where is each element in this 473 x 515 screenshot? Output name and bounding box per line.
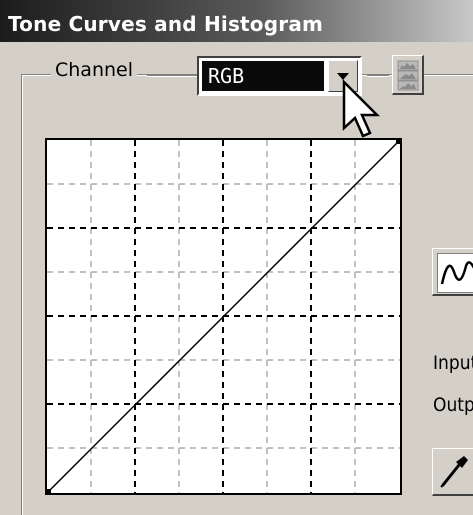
input-label: Input — [433, 352, 473, 374]
curve-mode-button[interactable] — [432, 248, 473, 296]
curve-icon-frame — [437, 253, 473, 293]
curve-point-black[interactable] — [46, 489, 51, 494]
curve-icon — [440, 261, 473, 285]
channel-label: Channel — [51, 59, 138, 81]
histogram-icon — [397, 60, 419, 91]
group-frame-line — [147, 75, 197, 76]
group-frame-line — [367, 75, 389, 76]
title-bar: Tone Curves and Histogram — [0, 0, 473, 42]
eyedropper-button[interactable] — [432, 448, 473, 496]
histogram-button[interactable] — [392, 55, 424, 95]
channel-selected-value: RGB — [202, 61, 324, 91]
channel-dropdown-button[interactable] — [328, 60, 358, 92]
chevron-down-icon — [337, 73, 349, 80]
tone-curve-graph[interactable] — [45, 138, 402, 495]
tone-curve-line[interactable] — [47, 140, 400, 493]
curve-point-white[interactable] — [396, 139, 401, 144]
eyedropper-icon — [440, 456, 468, 488]
channel-dropdown[interactable]: RGB — [197, 56, 362, 96]
output-label: Output — [433, 394, 473, 416]
window-title: Tone Curves and Histogram — [8, 12, 324, 36]
